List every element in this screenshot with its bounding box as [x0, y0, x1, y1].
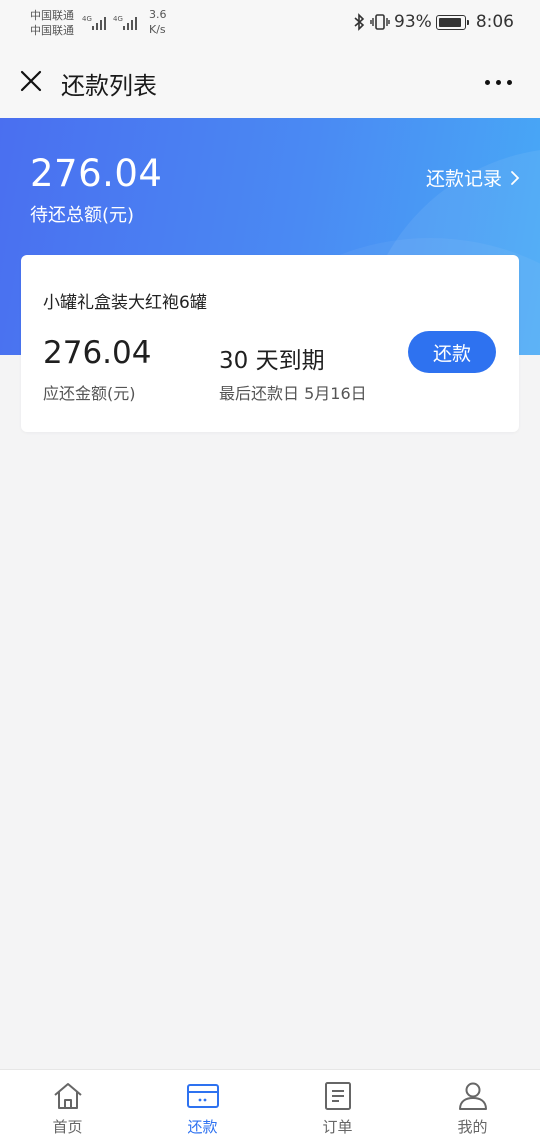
tab-repay-label: 还款 — [187, 1118, 218, 1136]
speed-value: 3.6 — [149, 8, 167, 21]
card-icon — [186, 1079, 220, 1113]
page-title: 还款列表 — [61, 72, 157, 100]
bluetooth-icon — [354, 13, 365, 31]
svg-text:4G: 4G — [113, 15, 123, 23]
tab-orders[interactable]: 订单 — [270, 1070, 405, 1140]
status-time: 8:06 — [475, 12, 514, 32]
nav-bar: 还款列表 — [0, 46, 540, 118]
more-icon-dot — [484, 79, 490, 85]
due-amount-label: 应还金额(元) — [43, 384, 136, 403]
carrier-2: 中国联通 — [30, 24, 74, 37]
network-speed: 3.6 K/s — [149, 7, 167, 37]
tab-profile-label: 我的 — [457, 1118, 488, 1136]
status-right: 93% 8:06 — [352, 10, 514, 34]
total-due-label: 待还总额(元) — [30, 205, 135, 226]
repayment-record-link[interactable]: 还款记录 — [426, 164, 520, 191]
order-icon — [321, 1079, 355, 1113]
signal-icon: 4G 4G — [82, 15, 137, 30]
profile-icon — [456, 1079, 490, 1113]
tab-orders-label: 订单 — [322, 1118, 353, 1136]
bottom-tab-bar: 首页 还款 订单 我的 — [0, 1069, 540, 1140]
battery-percent: 93% — [394, 12, 432, 32]
close-button[interactable] — [14, 64, 48, 98]
more-icon-dot — [506, 79, 512, 85]
more-button[interactable] — [478, 66, 518, 98]
home-icon — [51, 1079, 85, 1113]
repayment-card: 小罐礼盒装大红袍6罐 276.04 应还金额(元) 30 天到期 最后还款日 5… — [21, 255, 519, 432]
carrier-1: 中国联通 — [30, 9, 74, 22]
tab-home[interactable]: 首页 — [0, 1070, 135, 1140]
svg-text:4G: 4G — [82, 15, 92, 23]
status-bar: 中国联通 中国联通 4G 4G 3.6 K/s 93% 8:06 — [0, 0, 540, 46]
last-repayment-date: 最后还款日 5月16日 — [219, 384, 367, 403]
repayment-record-label: 还款记录 — [425, 168, 502, 190]
days-until-due: 30 天到期 — [219, 348, 325, 374]
tab-home-label: 首页 — [52, 1118, 83, 1136]
vibrate-icon — [370, 14, 390, 30]
close-icon — [20, 70, 42, 92]
battery-icon — [435, 14, 469, 30]
product-title: 小罐礼盒装大红袍6罐 — [43, 293, 207, 313]
tab-profile[interactable]: 我的 — [405, 1070, 540, 1140]
total-due-amount: 276.04 — [30, 152, 163, 195]
due-amount: 276.04 — [43, 335, 152, 371]
speed-unit: K/s — [149, 23, 166, 36]
repay-button[interactable]: 还款 — [408, 331, 496, 373]
carrier-info: 中国联通 中国联通 — [30, 8, 74, 38]
chevron-right-icon — [511, 170, 520, 185]
more-icon-dot — [495, 79, 501, 85]
tab-repay[interactable]: 还款 — [135, 1070, 270, 1140]
